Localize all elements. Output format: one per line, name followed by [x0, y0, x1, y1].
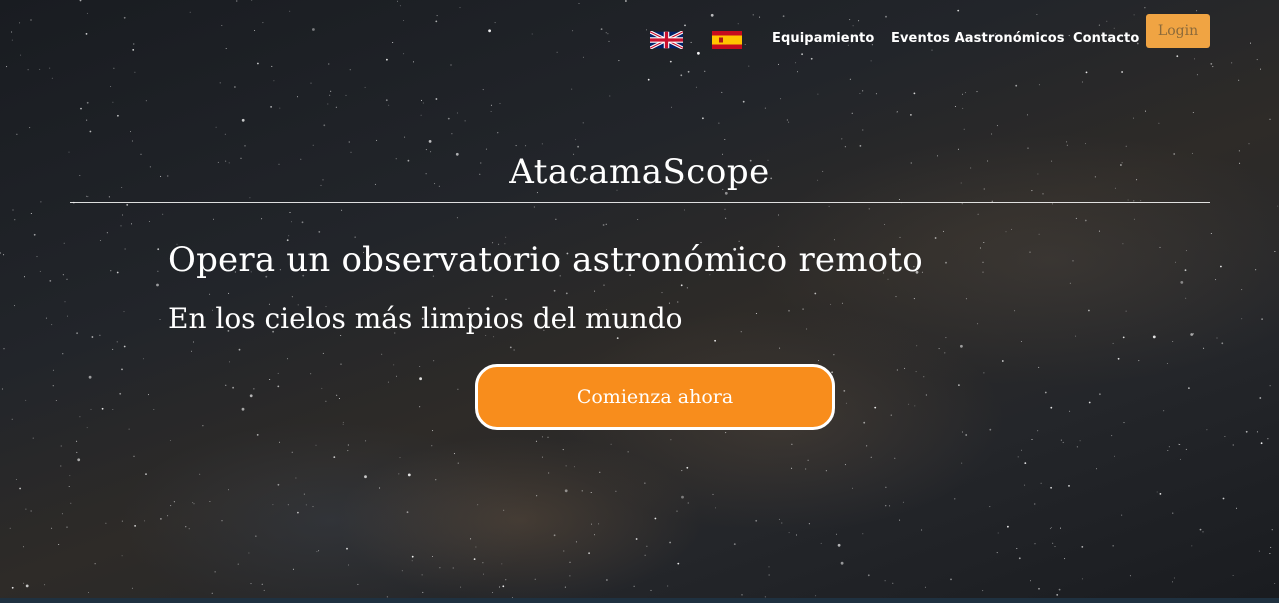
hero-section: Equipamiento Eventos Aastronómicos Conta… — [0, 0, 1279, 598]
hero-headline: Opera un observatorio astronómico remoto — [168, 240, 923, 280]
starfield-background — [0, 0, 1279, 598]
nav-link-eventos[interactable]: Eventos Aastronómicos — [891, 31, 1065, 46]
uk-flag-icon[interactable] — [649, 30, 684, 50]
spain-flag-icon[interactable] — [712, 31, 742, 49]
hero-subheadline: En los cielos más limpios del mundo — [168, 302, 683, 335]
nav-link-contacto[interactable]: Contacto — [1073, 31, 1139, 46]
footer-strip — [0, 598, 1279, 603]
title-divider — [70, 202, 1210, 203]
login-button[interactable]: Login — [1146, 14, 1210, 48]
nav-link-equipamiento[interactable]: Equipamiento — [772, 31, 874, 46]
brand-title: AtacamaScope — [509, 152, 770, 192]
top-navigation: Equipamiento Eventos Aastronómicos Conta… — [0, 0, 1279, 80]
start-now-button[interactable]: Comienza ahora — [475, 364, 835, 430]
